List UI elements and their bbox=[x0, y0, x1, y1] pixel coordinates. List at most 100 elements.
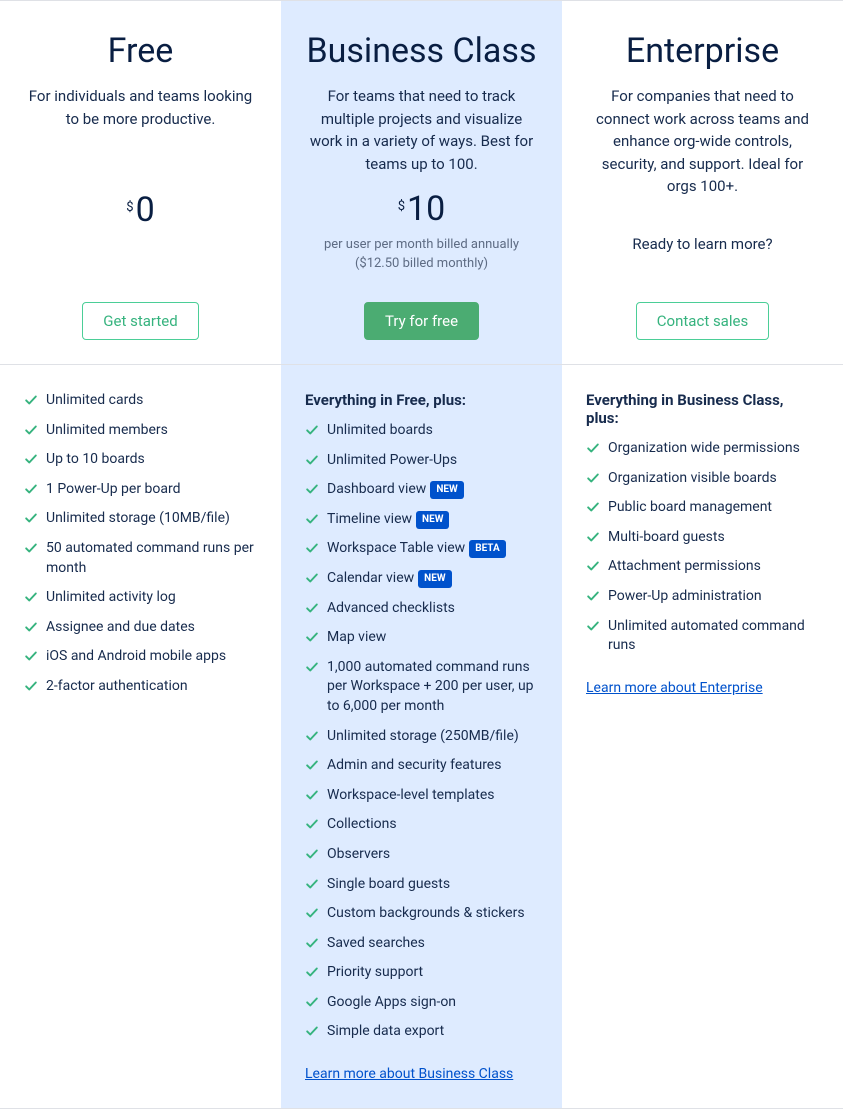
plan-title: Enterprise bbox=[586, 31, 819, 71]
feature-item: Priority support bbox=[305, 963, 538, 983]
feature-text: Map view bbox=[327, 629, 386, 645]
feature-item: Workspace Table viewBETA bbox=[305, 539, 538, 559]
plan-price: $10 bbox=[305, 192, 538, 226]
cta-button[interactable]: Try for free bbox=[364, 302, 479, 340]
plan-header: Enterprise For companies that need to con… bbox=[562, 1, 843, 365]
feature-text: iOS and Android mobile apps bbox=[46, 648, 226, 664]
feature-text: Collections bbox=[327, 816, 397, 832]
plan-column-enterprise: Enterprise For companies that need to con… bbox=[562, 1, 843, 1108]
plan-price: $0 bbox=[24, 193, 257, 227]
feature-badge: BETA bbox=[469, 540, 506, 558]
feature-text: Unlimited boards bbox=[327, 422, 433, 438]
feature-item: 1 Power-Up per board bbox=[24, 480, 257, 500]
feature-item: Unlimited Power-Ups bbox=[305, 451, 538, 471]
feature-item: Admin and security features bbox=[305, 756, 538, 776]
feature-item: Attachment permissions bbox=[586, 557, 819, 577]
feature-text: Custom backgrounds & stickers bbox=[327, 905, 525, 921]
feature-text: Unlimited activity log bbox=[46, 589, 176, 605]
feature-text: Google Apps sign-on bbox=[327, 994, 456, 1010]
feature-text: Observers bbox=[327, 846, 390, 862]
feature-text: Priority support bbox=[327, 964, 423, 980]
feature-text: Organization wide permissions bbox=[608, 440, 800, 456]
feature-text: Unlimited Power-Ups bbox=[327, 452, 457, 468]
feature-item: Organization wide permissions bbox=[586, 439, 819, 459]
price-block: $10 per user per month billed annually ($… bbox=[305, 192, 538, 272]
feature-badge: NEW bbox=[418, 570, 451, 588]
feature-text: Unlimited storage (10MB/file) bbox=[46, 510, 230, 526]
plan-column-free: FreeFor individuals and teams looking to… bbox=[0, 1, 281, 1108]
feature-item: Unlimited storage (250MB/file) bbox=[305, 727, 538, 747]
features-heading: Everything in Business Class, plus: bbox=[586, 391, 819, 427]
feature-text: Assignee and due dates bbox=[46, 619, 195, 635]
feature-item: Organization visible boards bbox=[586, 469, 819, 489]
price-note: per user per month billed annually ($12.… bbox=[305, 236, 538, 272]
price-amount: 0 bbox=[136, 190, 155, 230]
feature-item: Timeline viewNEW bbox=[305, 510, 538, 530]
feature-item: iOS and Android mobile apps bbox=[24, 647, 257, 667]
feature-text: Calendar view bbox=[327, 570, 414, 586]
feature-item: Simple data export bbox=[305, 1022, 538, 1042]
feature-item: Calendar viewNEW bbox=[305, 569, 538, 589]
feature-item: Google Apps sign-on bbox=[305, 993, 538, 1013]
plan-description: For teams that need to track multiple pr… bbox=[305, 85, 538, 175]
feature-text: Unlimited storage (250MB/file) bbox=[327, 728, 519, 744]
feature-text: Workspace-level templates bbox=[327, 787, 494, 803]
feature-text: Timeline view bbox=[327, 511, 412, 527]
feature-item: Unlimited members bbox=[24, 421, 257, 441]
currency-symbol: $ bbox=[126, 200, 133, 215]
feature-text: Organization visible boards bbox=[608, 470, 777, 486]
feature-list: Organization wide permissions Organizatio… bbox=[586, 439, 819, 656]
feature-text: 1,000 automated command runs per Workspa… bbox=[327, 659, 534, 714]
feature-text: Multi-board guests bbox=[608, 529, 725, 545]
feature-text: 1 Power-Up per board bbox=[46, 481, 181, 497]
learn-more-link[interactable]: Learn more about Business Class bbox=[305, 1066, 513, 1082]
cta-button[interactable]: Get started bbox=[82, 302, 198, 340]
plan-title: Business Class bbox=[305, 31, 538, 71]
feature-item: Public board management bbox=[586, 498, 819, 518]
features-section: Unlimited cardsUnlimited membersUp to 10… bbox=[0, 365, 281, 1108]
feature-text: Workspace Table view bbox=[327, 540, 465, 556]
feature-text: Simple data export bbox=[327, 1023, 444, 1039]
plan-header: FreeFor individuals and teams looking to… bbox=[0, 1, 281, 365]
feature-item: Collections bbox=[305, 815, 538, 835]
ready-text: Ready to learn more? bbox=[586, 235, 819, 253]
feature-text: Unlimited cards bbox=[46, 392, 143, 408]
features-section: Everything in Free, plus:Unlimited board… bbox=[281, 365, 562, 1108]
features-section: Everything in Business Class, plus: Organ… bbox=[562, 365, 843, 1108]
feature-text: Single board guests bbox=[327, 876, 450, 892]
feature-text: Power-Up administration bbox=[608, 588, 762, 604]
feature-item: 1,000 automated command runs per Workspa… bbox=[305, 658, 538, 717]
feature-text: Advanced checklists bbox=[327, 600, 455, 616]
feature-item: Advanced checklists bbox=[305, 599, 538, 619]
feature-text: Dashboard view bbox=[327, 481, 426, 497]
pricing-table: FreeFor individuals and teams looking to… bbox=[0, 0, 843, 1109]
feature-item: Map view bbox=[305, 628, 538, 648]
feature-badge: NEW bbox=[430, 481, 463, 499]
feature-text: Unlimited members bbox=[46, 422, 168, 438]
feature-item: Unlimited automated command runs bbox=[586, 617, 819, 656]
feature-item: Single board guests bbox=[305, 875, 538, 895]
feature-text: Attachment permissions bbox=[608, 558, 761, 574]
feature-item: Assignee and due dates bbox=[24, 618, 257, 638]
feature-text: Admin and security features bbox=[327, 757, 501, 773]
feature-text: Public board management bbox=[608, 499, 772, 515]
feature-text: 50 automated command runs per month bbox=[46, 540, 254, 576]
plan-column-business-class: Business Class For teams that need to tra… bbox=[281, 1, 562, 1108]
learn-more-link[interactable]: Learn more about Enterprise bbox=[586, 680, 763, 696]
cta-button[interactable]: Contact sales bbox=[636, 302, 769, 340]
feature-text: Saved searches bbox=[327, 935, 425, 951]
feature-item: Dashboard viewNEW bbox=[305, 480, 538, 500]
price-block: Ready to learn more? bbox=[586, 204, 819, 284]
feature-item: 50 automated command runs per month bbox=[24, 539, 257, 578]
plan-header: Business Class For teams that need to tra… bbox=[281, 1, 562, 365]
plan-description: For individuals and teams looking to be … bbox=[24, 85, 257, 130]
currency-symbol: $ bbox=[398, 199, 405, 214]
feature-item: Custom backgrounds & stickers bbox=[305, 904, 538, 924]
feature-item: Unlimited cards bbox=[24, 391, 257, 411]
feature-item: Unlimited activity log bbox=[24, 588, 257, 608]
feature-badge: NEW bbox=[416, 511, 449, 529]
feature-item: Workspace-level templates bbox=[305, 786, 538, 806]
price-block: $0 bbox=[24, 170, 257, 250]
plan-description: For companies that need to connect work … bbox=[586, 85, 819, 198]
feature-item: Unlimited boards bbox=[305, 421, 538, 441]
